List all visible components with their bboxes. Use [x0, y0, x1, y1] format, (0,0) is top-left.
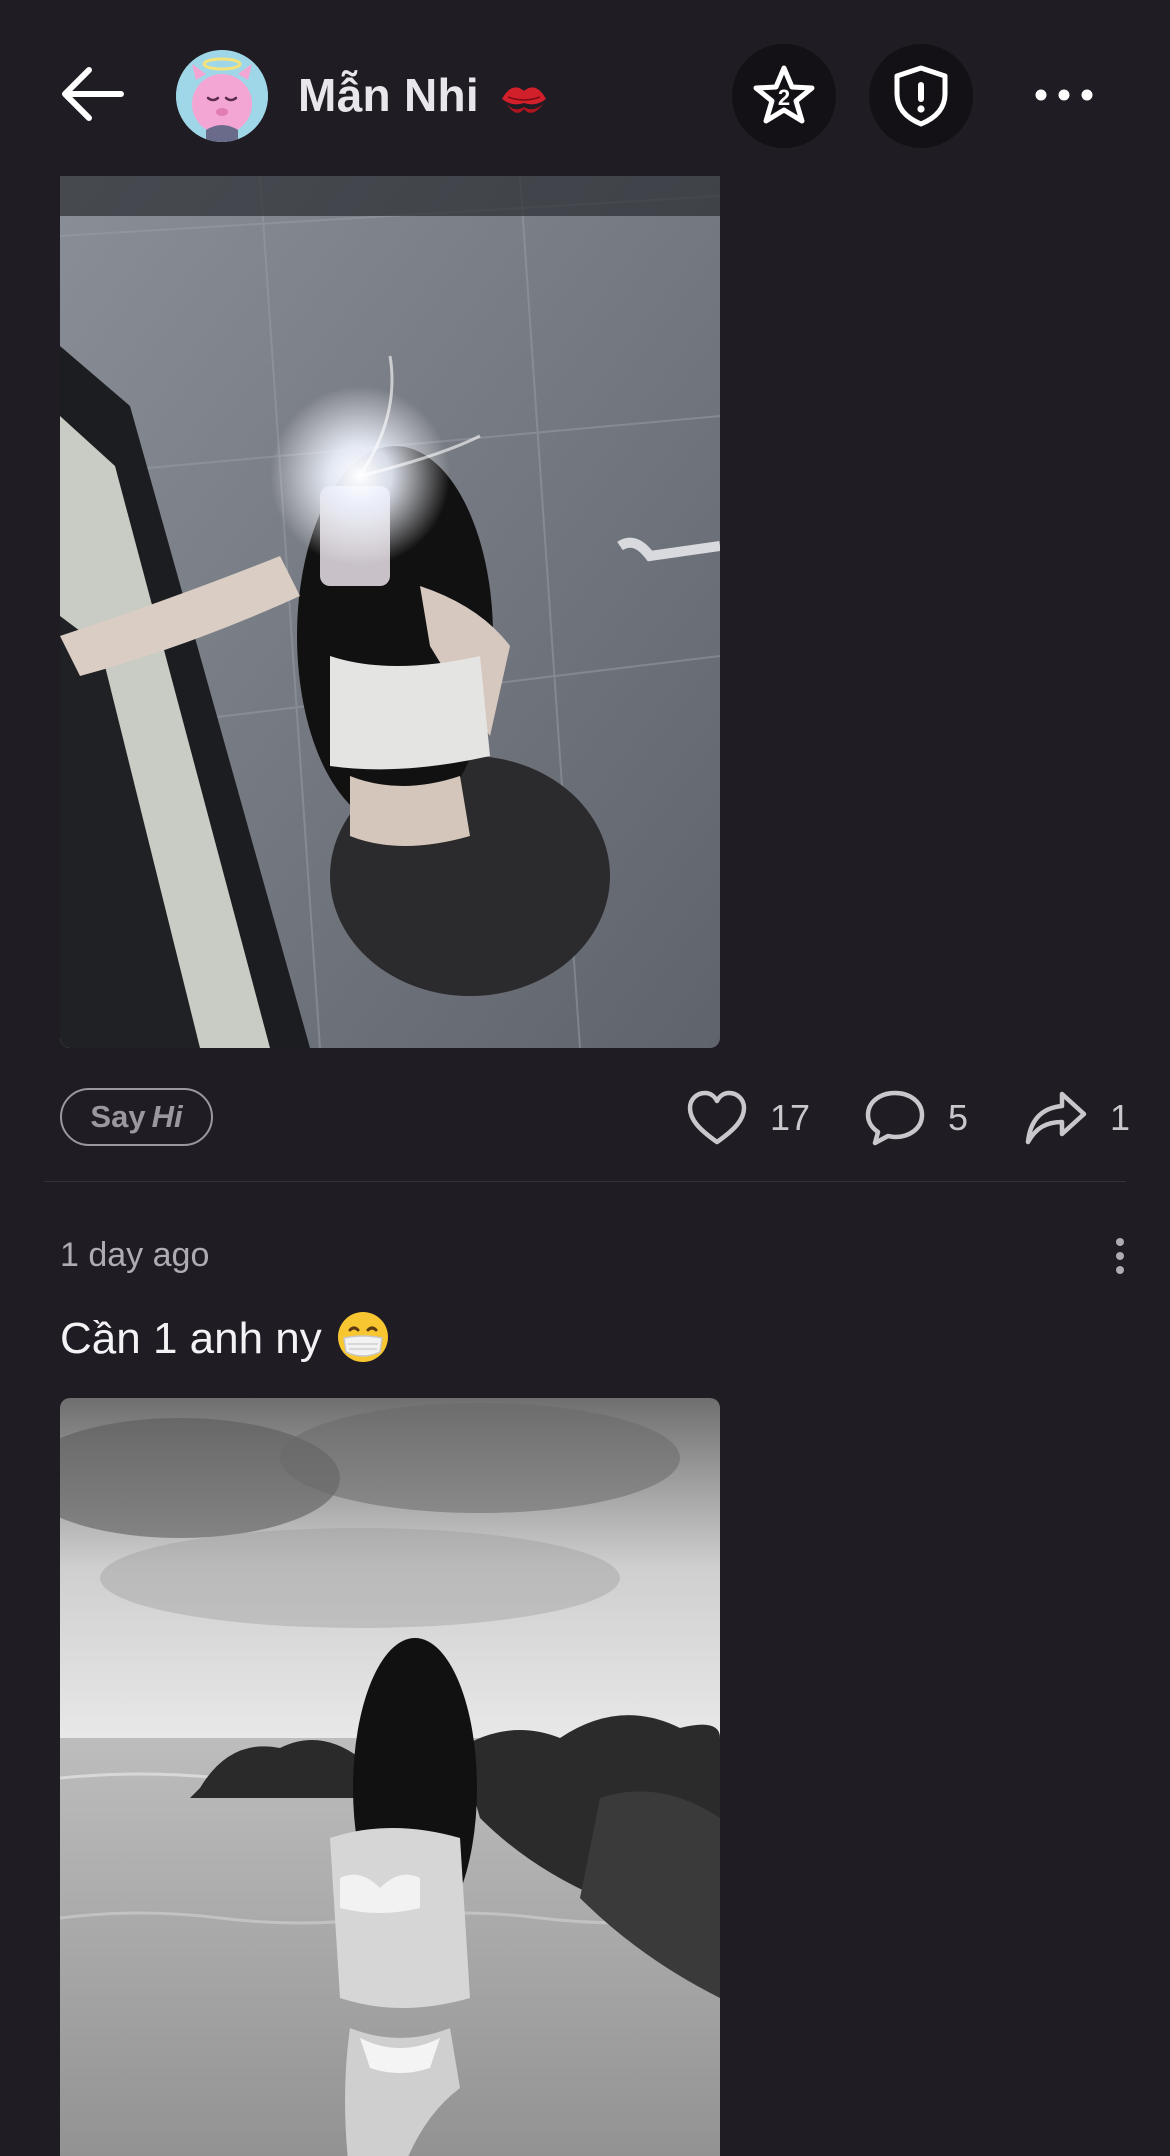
profile-name-text: Mẫn Nhi	[298, 69, 479, 121]
pink-creature-avatar	[176, 50, 268, 142]
say-hi-hi: Hi	[151, 1099, 183, 1134]
more-options-button[interactable]	[1026, 60, 1102, 130]
kiss-mark-emoji	[502, 87, 547, 113]
post-menu-button[interactable]	[1100, 1236, 1140, 1276]
profile-name[interactable]: Mẫn Nhi	[298, 68, 550, 122]
arrow-left-icon	[62, 67, 124, 121]
top-bar: Mẫn Nhi 2	[0, 0, 1170, 176]
like-count: 17	[770, 1097, 811, 1138]
star-level-button[interactable]: 2	[732, 44, 836, 148]
heart-icon	[687, 1090, 747, 1145]
share-button[interactable]: 1	[1024, 1086, 1130, 1150]
comment-icon	[865, 1090, 925, 1146]
post-timestamp: 1 day ago	[60, 1236, 210, 1274]
star-badge-2-icon: 2	[753, 65, 815, 124]
share-icon	[1025, 1091, 1087, 1145]
post-caption: Cần 1 anh ny	[60, 1312, 390, 1368]
back-button[interactable]	[56, 58, 128, 130]
say-hi-button[interactable]: Say Hi	[60, 1088, 213, 1146]
post-photo-image	[60, 176, 720, 1048]
profile-feed-screen: Mẫn Nhi 2 Say Hi 17 5 1 1 day ago Cần 1 …	[0, 0, 1170, 2156]
post-caption-text: Cần 1 anh ny	[60, 1314, 322, 1363]
star-badge-number: 2	[778, 85, 790, 110]
post-photo[interactable]	[60, 1398, 720, 2156]
post-divider	[44, 1181, 1126, 1182]
avatar[interactable]	[176, 50, 268, 142]
face-with-medical-mask-emoji	[337, 1312, 388, 1363]
report-button[interactable]	[869, 44, 973, 148]
comment-button[interactable]: 5	[864, 1086, 968, 1150]
more-horizontal-icon	[1035, 89, 1093, 101]
more-vertical-icon	[1116, 1238, 1124, 1246]
share-count: 1	[1110, 1097, 1131, 1138]
post-photo-image	[60, 1398, 720, 2156]
comment-count: 5	[948, 1097, 969, 1138]
like-button[interactable]: 17	[686, 1086, 810, 1150]
post-photo[interactable]	[60, 176, 720, 1048]
shield-alert-icon	[894, 65, 948, 127]
say-hi-say: Say	[90, 1099, 146, 1134]
